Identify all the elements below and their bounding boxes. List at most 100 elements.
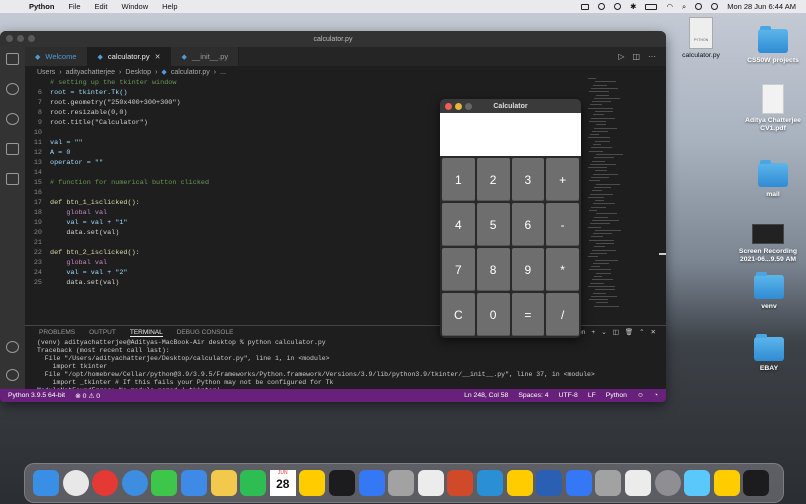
run-debug-icon[interactable] [6,143,19,155]
trash-icon[interactable]: 🗑 [625,328,633,336]
desktop-calculator-py[interactable]: calculator.py [671,17,731,60]
status-indentation[interactable]: Spaces: 4 [518,392,548,399]
split-terminal-icon[interactable]: ◫ [613,328,619,336]
extensions-icon[interactable] [6,173,19,185]
scrollbar-thumb[interactable] [659,253,666,255]
chevron-down-icon[interactable]: ⌄ [601,328,606,336]
battery-icon[interactable] [645,3,658,10]
key-divide-button[interactable]: / [546,293,579,336]
desktop-folder-mail[interactable]: mail [743,160,803,199]
desktop-screen-recording[interactable]: Screen Recording 2021-06...9.59 AM [737,224,799,264]
control-center-icon[interactable] [695,3,703,10]
tab-init[interactable]: ◆ __init__.py [171,47,240,66]
explorer-icon[interactable] [6,53,19,65]
finder-icon[interactable] [33,470,59,496]
breadcrumb-users[interactable]: Users [37,69,55,76]
status-cursor-position[interactable]: Ln 248, Col 58 [464,392,508,399]
key-6-button[interactable]: 6 [511,203,545,246]
key-7-button[interactable]: 7 [442,248,475,291]
tab-welcome[interactable]: ◆ Welcome [25,47,88,66]
safari-icon[interactable] [121,470,148,496]
menu-help[interactable]: Help [155,2,184,11]
key-8-button[interactable]: 8 [476,248,510,291]
stickies-icon[interactable] [595,470,622,496]
zoom-window-button[interactable] [28,35,35,42]
more-actions-icon[interactable]: ··· [648,52,656,61]
add-terminal-icon[interactable]: + [591,329,595,336]
word-icon[interactable] [536,470,563,496]
key-multiply-button[interactable]: * [546,248,579,291]
panel-tab-output[interactable]: OUTPUT [89,329,116,336]
notes-icon[interactable] [329,470,355,496]
key-minus-button[interactable]: - [546,203,579,246]
close-panel-icon[interactable]: ✕ [651,328,656,336]
tab-calculator[interactable]: ◆ calculator.py ✕ [87,47,172,66]
app-store-icon[interactable] [388,470,415,496]
code-line[interactable]: 6 root = tkinter.Tk() [25,88,580,98]
key-2-button[interactable]: 2 [476,158,510,201]
source-control-icon[interactable] [6,113,19,125]
breadcrumb-more[interactable]: ... [220,69,226,76]
key-9-button[interactable]: 9 [511,248,545,291]
bluetooth-icon[interactable]: ✱ [630,2,636,11]
launchpad-icon[interactable] [713,470,740,496]
account-icon[interactable] [6,341,19,353]
messages-icon[interactable] [151,470,178,496]
menubar-clock[interactable]: Mon 28 Jun 6:44 AM [727,2,796,11]
vscode-icon[interactable] [477,470,503,496]
desktop-folder-cs50w[interactable]: CS50W projects [743,26,803,65]
tv-icon[interactable] [358,470,385,496]
desktop-folder-venv[interactable]: venv [739,272,799,311]
minimap[interactable] [588,78,628,316]
minimize-window-button[interactable] [17,35,24,42]
key-1-button[interactable]: 1 [442,158,475,201]
close-window-button[interactable] [445,102,452,110]
key-5-button[interactable]: 5 [476,203,510,246]
clock-icon[interactable] [614,3,622,10]
breadcrumb-user[interactable]: adityachatterjee [66,69,115,76]
powerpoint-icon[interactable] [447,470,474,496]
panel-tab-problems[interactable]: PROBLEMS [39,329,75,336]
status-problems[interactable]: ⊗ 0 ⚠ 0 [75,392,100,400]
chevron-up-icon[interactable]: ⌃ [639,328,644,336]
feedback-icon[interactable]: ☺ [637,392,644,399]
status-language[interactable]: Python [606,392,627,399]
key-equals-button[interactable]: = [511,293,545,336]
desktop-folder-ebay[interactable]: EBAY [739,334,799,373]
key-plus-button[interactable]: + [546,158,579,201]
key-clear-button[interactable]: C [442,293,475,336]
wifi-icon[interactable]: ◠ [666,2,673,11]
image-capture-icon[interactable] [625,470,651,496]
status-interpreter[interactable]: Python 3.9.5 64-bit [8,392,65,400]
minimize-window-button[interactable] [455,102,462,110]
terminal-icon[interactable] [684,470,711,496]
panel-tab-debug-console[interactable]: DEBUG CONSOLE [177,329,234,336]
status-eol[interactable]: LF [588,392,596,399]
settings-gear-icon[interactable] [6,369,19,381]
photos-icon[interactable] [210,470,237,496]
chrome-icon[interactable] [62,470,89,496]
code-line[interactable]: # setting up the tkinter window [25,78,580,88]
mail-icon[interactable] [181,470,207,496]
calendar-icon[interactable]: JUN 28 [269,470,296,496]
quicktime-icon[interactable] [654,470,681,496]
menu-window[interactable]: Window [114,2,155,11]
key-3-button[interactable]: 3 [511,158,545,201]
notifications-bell-icon[interactable]: ◔ [654,392,658,399]
breadcrumb-desktop[interactable]: Desktop [125,69,151,76]
system-preferences-icon[interactable] [417,470,444,496]
panel-tab-terminal[interactable]: TERMINAL [129,329,163,337]
desktop-cv-pdf[interactable]: Aditya Chatterjee CV1.pdf [743,84,803,133]
status-encoding[interactable]: UTF-8 [559,392,578,399]
menu-edit[interactable]: Edit [88,2,115,11]
search-icon[interactable] [6,83,19,95]
facetime-icon[interactable] [240,470,267,496]
reminders-icon[interactable] [299,470,326,496]
key-4-button[interactable]: 4 [442,203,475,246]
run-file-icon[interactable]: ▷ [618,52,624,61]
key-0-button[interactable]: 0 [476,293,510,336]
menu-app-name[interactable]: Python [22,2,61,11]
close-tab-icon[interactable]: ✕ [155,53,161,61]
breadcrumb-file[interactable]: calculator.py [171,69,210,76]
menu-file[interactable]: File [61,2,87,11]
